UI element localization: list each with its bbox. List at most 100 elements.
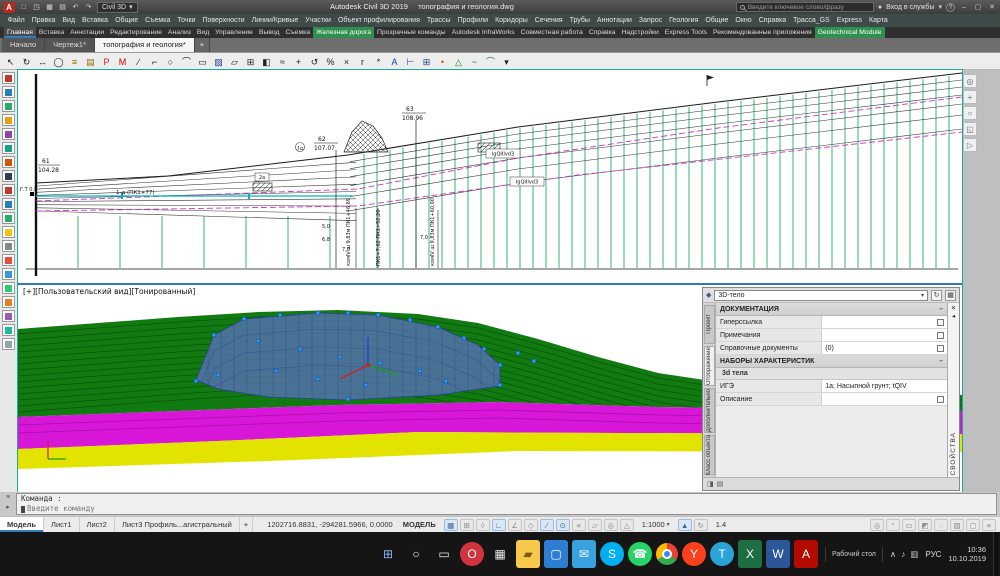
menubar-item[interactable]: Трубы — [566, 17, 593, 24]
osnap-icon[interactable]: ⊙ — [556, 519, 570, 531]
point-icon[interactable]: • — [435, 54, 450, 69]
text-icon[interactable]: A — [387, 54, 402, 69]
side-tool-icon[interactable] — [2, 114, 15, 126]
infer-constraints-icon[interactable]: ◊ — [476, 519, 490, 531]
ribbon-tab[interactable]: Железная дорога — [313, 27, 374, 38]
isolate-objects-icon[interactable]: ◌ — [934, 519, 948, 531]
clock[interactable]: 10:36 10.10.2019 — [948, 545, 986, 563]
chrome-icon[interactable] — [656, 543, 678, 565]
palette-side-tab[interactable]: Дополнительно — [704, 388, 715, 433]
palette-close-button[interactable]: ✕ — [951, 305, 956, 313]
menubar-item[interactable]: Запрос — [635, 17, 665, 24]
new-drawing-tab-button[interactable]: + — [195, 38, 210, 52]
quick-properties-icon[interactable]: ▭ — [902, 519, 916, 531]
toolbar-options-icon[interactable]: ▾ — [499, 54, 514, 69]
grip[interactable] — [316, 311, 320, 315]
dimension-icon[interactable]: ⊢ — [403, 54, 418, 69]
app-icon-opera[interactable]: O — [460, 542, 484, 566]
qnew-icon[interactable]: □ — [18, 2, 29, 13]
ribbon-tab[interactable]: Управление — [212, 27, 256, 38]
ribbon-tab[interactable]: Вставка — [36, 27, 67, 38]
grip[interactable] — [462, 336, 466, 340]
line-icon[interactable]: ∕ — [131, 54, 146, 69]
side-tool-icon[interactable] — [2, 72, 15, 84]
menubar-item[interactable]: Участки — [302, 17, 335, 24]
grip[interactable] — [242, 317, 246, 321]
grip[interactable] — [346, 397, 350, 401]
command-box[interactable]: Команда : Введите команду — [16, 493, 997, 515]
grip[interactable] — [532, 359, 536, 363]
annotation-visibility-icon[interactable]: ▲ — [678, 519, 692, 531]
pan-tool-icon[interactable]: + — [963, 90, 977, 104]
tray-volume-icon[interactable]: ♪ — [901, 549, 905, 560]
sign-in-button[interactable]: Вход в службы — [886, 4, 934, 11]
plot-icon[interactable]: ▤ — [57, 2, 68, 13]
app-icon-grid[interactable]: ▦ — [488, 540, 512, 568]
palette-side-tab[interactable]: Проект — [704, 305, 715, 344]
menubar-item[interactable]: Карта — [866, 17, 892, 24]
ribbon-tab[interactable]: Совместная работа — [518, 27, 586, 38]
app-icon-store[interactable]: ▢ — [544, 540, 568, 568]
property-value[interactable] — [822, 393, 947, 405]
annotation-scale-value[interactable]: 1.4 — [716, 520, 726, 529]
side-tool-icon[interactable] — [2, 128, 15, 140]
select-cursor-icon[interactable]: ↖ — [3, 54, 18, 69]
side-tool-icon[interactable] — [2, 156, 15, 168]
erase-icon[interactable]: ▱ — [227, 54, 242, 69]
rectangle-icon[interactable]: ▭ — [195, 54, 210, 69]
palette-settings-icon[interactable]: ◨ — [707, 480, 714, 488]
file-tab[interactable]: Начало — [2, 38, 45, 52]
ribbon-tab[interactable]: Прозрачные команды — [374, 27, 449, 38]
search-button[interactable]: ○ — [404, 540, 428, 568]
layout-tab[interactable]: Модель — [0, 517, 44, 532]
lineweight-icon[interactable]: ≡ — [572, 519, 586, 531]
hatch-icon[interactable]: ▨ — [211, 54, 226, 69]
help-button[interactable]: ? — [946, 3, 955, 12]
grip[interactable] — [216, 373, 220, 377]
redraw-icon[interactable]: ↻ — [19, 54, 34, 69]
start-button[interactable]: ⊞ — [376, 540, 400, 568]
quick-select-button[interactable]: ↻ — [931, 290, 942, 301]
telegram-icon[interactable]: T — [710, 542, 734, 566]
menubar-item[interactable]: Точки — [174, 17, 199, 24]
restore-button[interactable]: ▢ — [973, 3, 983, 11]
side-tool-icon[interactable] — [2, 226, 15, 238]
ribbon-tab[interactable]: Вывод — [256, 27, 283, 38]
ribbon-tab[interactable]: Надстройки — [619, 27, 662, 38]
property-value[interactable]: 1а; Насыпной грунт; tQIV — [822, 380, 947, 392]
scale-icon[interactable]: % — [323, 54, 338, 69]
grip[interactable] — [278, 313, 282, 317]
menubar-item[interactable]: Файл — [4, 17, 28, 24]
offset-icon[interactable]: ≈ — [275, 54, 290, 69]
redo-icon[interactable]: ↷ — [83, 2, 94, 13]
trim-icon[interactable]: × — [339, 54, 354, 69]
menubar-item[interactable]: Express — [833, 17, 865, 24]
grip[interactable] — [212, 333, 216, 337]
ribbon-tab[interactable]: Редактирование — [107, 27, 165, 38]
menubar-item[interactable]: Сечения — [531, 17, 566, 24]
app-icon-mail[interactable]: ✉ — [572, 540, 596, 568]
grip[interactable] — [436, 325, 440, 329]
grip[interactable] — [346, 311, 350, 315]
grip[interactable] — [298, 347, 302, 351]
dynamic-ucs-icon[interactable]: △ — [620, 519, 634, 531]
annotation-monitor-icon[interactable]: ◎ — [870, 519, 884, 531]
grip[interactable] — [316, 377, 320, 381]
side-tool-icon[interactable] — [2, 198, 15, 210]
viewport-controls[interactable]: [+][Пользовательский вид][Тонированный] — [23, 287, 195, 296]
acrobat-icon[interactable]: A — [794, 540, 818, 568]
layout-tab[interactable]: Лист1 — [44, 517, 79, 532]
isodraft-icon[interactable]: ◇ — [524, 519, 538, 531]
pick-objects-button[interactable]: ▦ — [945, 290, 956, 301]
clean-screen-icon[interactable]: ▢ — [966, 519, 980, 531]
undo-icon[interactable]: ↶ — [70, 2, 81, 13]
side-tool-icon[interactable] — [2, 240, 15, 252]
grip[interactable] — [338, 355, 342, 359]
excel-icon[interactable]: X — [738, 540, 762, 568]
pan-icon[interactable]: ↔ — [35, 54, 50, 69]
save-icon[interactable]: ▦ — [44, 2, 55, 13]
palette-list-icon[interactable]: ▤ — [717, 480, 724, 488]
alignment-icon[interactable]: ~ — [467, 54, 482, 69]
desktop-toolbar-label[interactable]: Рабочий стол — [825, 547, 883, 562]
command-recent-icon[interactable]: ▸ — [2, 503, 14, 511]
